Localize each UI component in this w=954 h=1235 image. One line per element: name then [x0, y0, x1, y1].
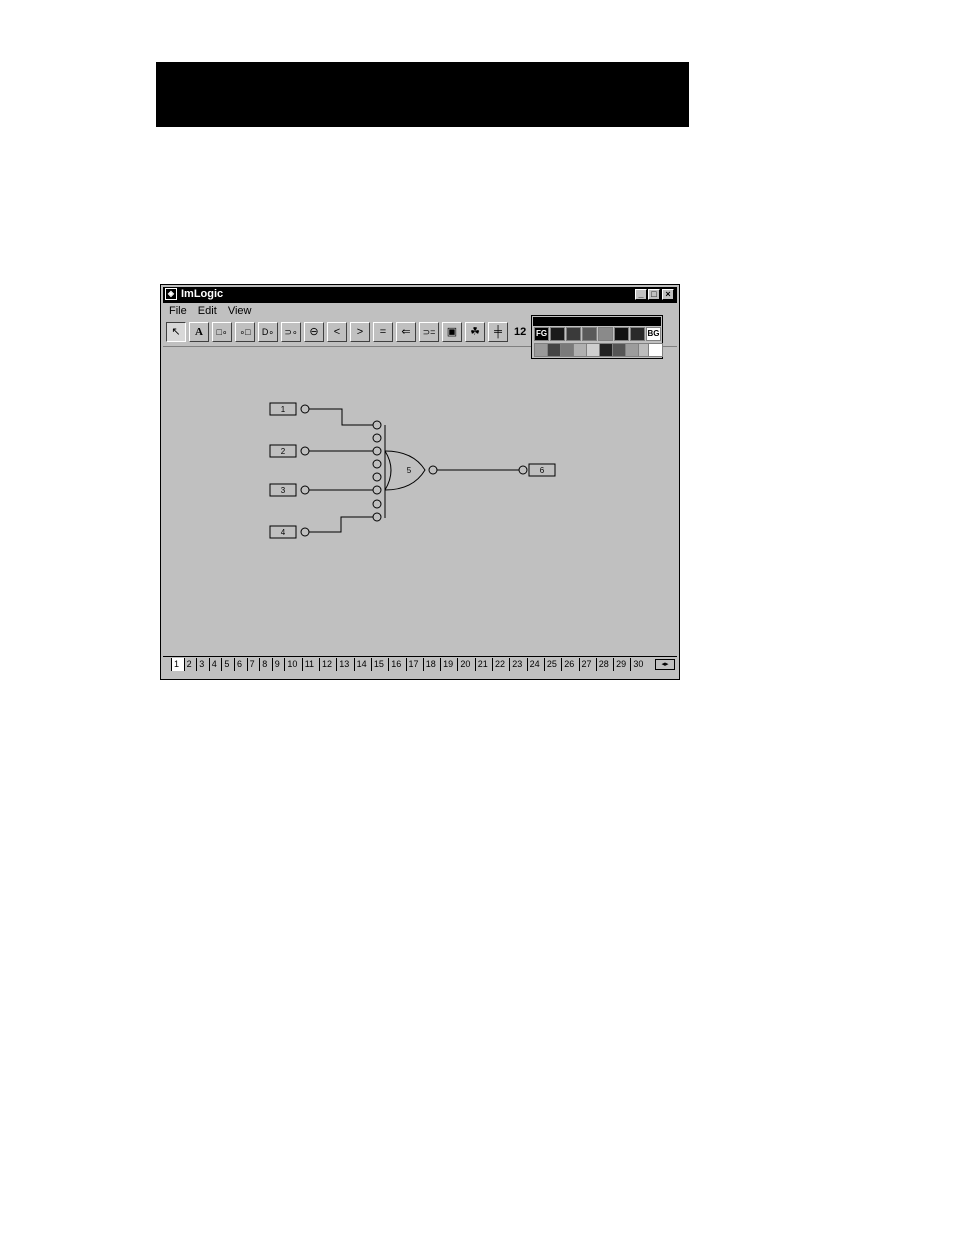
- page-tab-22[interactable]: 22: [492, 658, 509, 671]
- gate-input-bubble: [372, 420, 382, 430]
- color-swatch[interactable]: [630, 327, 645, 341]
- page-tab-15[interactable]: 15: [370, 658, 388, 671]
- fg-label: FG: [535, 329, 548, 338]
- page-tab-13[interactable]: 13: [336, 658, 353, 671]
- output-label: 6: [540, 466, 545, 475]
- page-tab-3[interactable]: 3: [196, 658, 209, 671]
- app-window: ◈ ImLogic _ □ × File Edit View ↖ A □∘ ∘□…: [160, 284, 680, 680]
- schematic-canvas[interactable]: 1 2 3 4 5 6: [163, 348, 677, 654]
- page-tab-23[interactable]: 23: [509, 658, 526, 671]
- input-label-3: 3: [281, 486, 286, 495]
- gate-input-bubble: [372, 446, 382, 456]
- page-tab-20[interactable]: 20: [457, 658, 474, 671]
- page-tab-24[interactable]: 24: [526, 658, 544, 671]
- output-bubble: [518, 465, 528, 475]
- color-swatch[interactable]: [614, 327, 629, 341]
- gate-input-bubble: [372, 499, 382, 509]
- page-tab-17[interactable]: 17: [405, 658, 423, 671]
- page-tab-11[interactable]: 11: [301, 658, 319, 671]
- palette-title-bar[interactable]: [533, 317, 661, 326]
- page-tab-26[interactable]: 26: [561, 658, 578, 671]
- menu-view[interactable]: View: [224, 304, 256, 319]
- page-tab-19[interactable]: 19: [440, 658, 457, 671]
- input-label-1: 1: [281, 405, 286, 414]
- select-tool-button[interactable]: ↖: [166, 322, 186, 342]
- component-tool-button[interactable]: ☘: [465, 322, 485, 342]
- input-bubble-2: [300, 446, 310, 456]
- page-tab-21[interactable]: 21: [474, 658, 492, 671]
- gate-input-bubble: [372, 485, 382, 495]
- page-tab-28[interactable]: 28: [595, 658, 613, 671]
- color-swatch[interactable]: [582, 327, 597, 341]
- junction-tool-button[interactable]: ╪: [488, 322, 508, 342]
- ge-tool-button[interactable]: ⊃=: [419, 322, 439, 342]
- input-tool-button[interactable]: □∘: [212, 322, 232, 342]
- page-tab-14[interactable]: 14: [353, 658, 371, 671]
- close-button[interactable]: ×: [662, 289, 674, 300]
- output-tool-button[interactable]: ∘□: [235, 322, 255, 342]
- gate-input-bubble: [372, 459, 382, 469]
- title-bar[interactable]: ◈ ImLogic _ □ ×: [163, 287, 677, 303]
- text-tool-button[interactable]: A: [189, 322, 209, 342]
- gate-label: 5: [407, 466, 412, 475]
- page-tab-9[interactable]: 9: [271, 658, 285, 671]
- wire-4[interactable]: [309, 516, 373, 533]
- page-tab-7[interactable]: 7: [246, 658, 260, 671]
- menu-edit[interactable]: Edit: [194, 304, 221, 319]
- page-tab-10[interactable]: 10: [284, 658, 301, 671]
- input-label-4: 4: [281, 528, 286, 537]
- page-tab-30[interactable]: 30: [630, 658, 647, 671]
- color-swatch[interactable]: [598, 327, 613, 341]
- minimize-button[interactable]: _: [635, 289, 647, 300]
- input-bubble-1: [300, 404, 310, 414]
- bg-color-swatch[interactable]: BG: [646, 327, 661, 341]
- gate-output-bubble: [428, 465, 438, 475]
- zoom-level[interactable]: 12: [514, 322, 526, 342]
- page-tool-button[interactable]: ▣: [442, 322, 462, 342]
- app-logo-icon: ◈: [165, 288, 177, 300]
- input-label-2: 2: [281, 447, 286, 456]
- gate-input-bubble: [372, 472, 382, 482]
- menu-file[interactable]: File: [165, 304, 191, 319]
- left-angle-tool-button[interactable]: <: [327, 322, 347, 342]
- input-bubble-3: [300, 485, 310, 495]
- left-arrow-tool-button[interactable]: ⇐: [396, 322, 416, 342]
- page-tab-27[interactable]: 27: [578, 658, 596, 671]
- page-tab-2[interactable]: 2: [183, 658, 197, 671]
- bg-label: BG: [647, 329, 660, 338]
- page-tab-25[interactable]: 25: [543, 658, 561, 671]
- page-tab-1[interactable]: 1: [171, 658, 184, 671]
- page-tab-12[interactable]: 12: [319, 658, 336, 671]
- page-tab-6[interactable]: 6: [234, 658, 247, 671]
- gate-input-bubble: [372, 433, 382, 443]
- or-gate-tool-button[interactable]: ⊃∘: [281, 322, 301, 342]
- input-bubble-4: [300, 527, 310, 537]
- page-tab-16[interactable]: 16: [388, 658, 405, 671]
- fg-color-swatch[interactable]: FG: [534, 327, 549, 341]
- right-angle-tool-button[interactable]: >: [350, 322, 370, 342]
- maximize-button[interactable]: □: [648, 289, 660, 300]
- page-tab-5[interactable]: 5: [221, 658, 234, 671]
- page-tab-29[interactable]: 29: [613, 658, 630, 671]
- gate-input-bubble: [372, 512, 382, 522]
- equal-tool-button[interactable]: =: [373, 322, 393, 342]
- page-tab-18[interactable]: 18: [422, 658, 440, 671]
- gate-back-curve: [384, 450, 392, 491]
- page-tab-4[interactable]: 4: [208, 658, 222, 671]
- tab-scroll-arrows[interactable]: ◂▸: [655, 659, 675, 670]
- wire-1[interactable]: [309, 408, 373, 426]
- page-tab-8[interactable]: 8: [259, 658, 272, 671]
- wire-tool-button[interactable]: ⊖: [304, 322, 324, 342]
- window-title: ImLogic: [181, 288, 224, 300]
- color-swatch[interactable]: [566, 327, 581, 341]
- page-tab-bar: 1 2 3 4 5 6 7 8 9 10 11 12 13 14 15 16 17 18 19 20 21 22 23 24 2…: [163, 656, 677, 673]
- color-swatch[interactable]: [550, 327, 565, 341]
- and-gate-tool-button[interactable]: D∘: [258, 322, 278, 342]
- header-banner: [156, 62, 689, 127]
